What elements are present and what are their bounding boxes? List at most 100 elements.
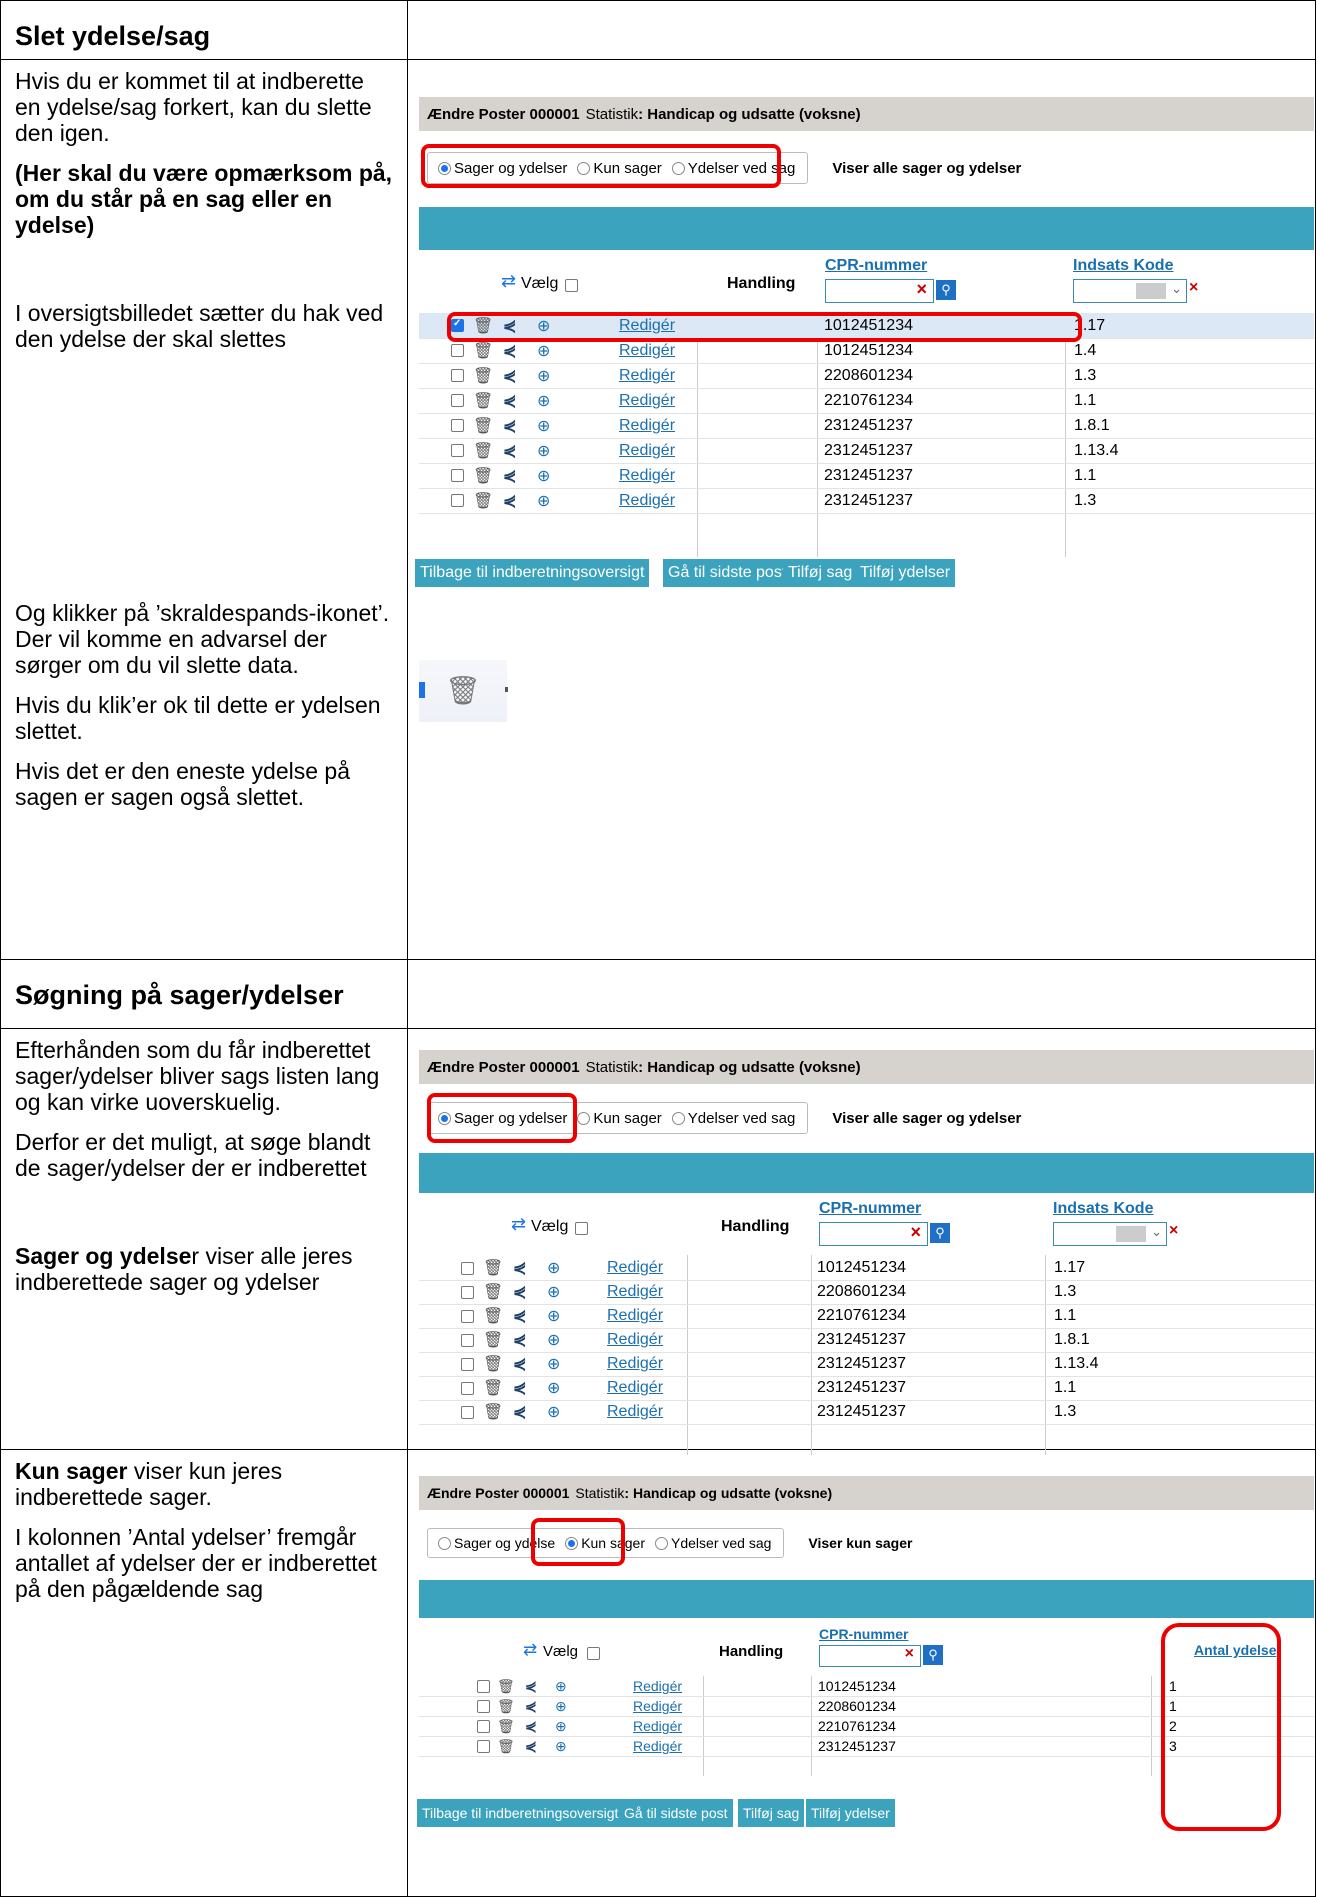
cpr-filter-input[interactable]: ×: [825, 279, 934, 303]
plus-circle-icon[interactable]: ⊕: [555, 1698, 567, 1715]
edit-link[interactable]: Redigér: [619, 442, 675, 460]
share-icon[interactable]: ⋞: [503, 416, 516, 436]
share-icon[interactable]: ⋞: [513, 1354, 526, 1374]
edit-link[interactable]: Redigér: [607, 1307, 663, 1325]
plus-circle-icon[interactable]: ⊕: [547, 1330, 560, 1350]
share-icon[interactable]: ⋞: [503, 366, 516, 386]
plus-circle-icon[interactable]: ⊕: [555, 1718, 567, 1735]
trash-icon[interactable]: 🗑: [483, 1306, 503, 1326]
plus-circle-icon[interactable]: ⊕: [547, 1354, 560, 1374]
share-icon[interactable]: ⋞: [503, 341, 516, 361]
plus-circle-icon[interactable]: ⊕: [547, 1282, 560, 1302]
edit-link[interactable]: Redigér: [619, 342, 675, 360]
indsats-filter-select[interactable]: ⌄: [1053, 1222, 1167, 1246]
plus-circle-icon[interactable]: ⊕: [537, 491, 550, 511]
share-icon[interactable]: ⋞: [513, 1330, 526, 1350]
indsats-sort-link[interactable]: Indsats Kode: [1073, 257, 1173, 275]
trash-icon[interactable]: 🗑: [497, 1678, 515, 1695]
trash-icon[interactable]: 🗑: [483, 1378, 503, 1398]
row-checkbox[interactable]: [461, 1357, 474, 1371]
radio-sager-og-ydelser[interactable]: [438, 1536, 451, 1550]
plus-circle-icon[interactable]: ⊕: [537, 416, 550, 436]
plus-circle-icon[interactable]: ⊕: [537, 441, 550, 461]
clear-x-icon[interactable]: ×: [905, 1645, 914, 1663]
trash-icon[interactable]: 🗑: [473, 441, 493, 461]
plus-circle-icon[interactable]: ⊕: [537, 391, 550, 411]
share-icon[interactable]: ⋞: [503, 491, 516, 511]
edit-link[interactable]: Redigér: [619, 467, 675, 485]
trash-icon[interactable]: 🗑: [473, 366, 493, 386]
edit-link[interactable]: Redigér: [607, 1403, 663, 1421]
indsats-sort-link[interactable]: Indsats Kode: [1053, 1200, 1153, 1218]
add-benefits-button[interactable]: Tilføj ydelser: [806, 1799, 895, 1827]
refresh-icon[interactable]: ⇄: [523, 1640, 537, 1660]
share-icon[interactable]: ⋞: [525, 1698, 537, 1715]
refresh-icon[interactable]: ⇄: [511, 1214, 526, 1235]
row-checkbox[interactable]: [451, 444, 464, 457]
plus-circle-icon[interactable]: ⊕: [537, 466, 550, 486]
row-checkbox[interactable]: [461, 1309, 474, 1323]
edit-link[interactable]: Redigér: [619, 367, 675, 385]
search-icon[interactable]: ⚲: [930, 1223, 950, 1243]
edit-link[interactable]: Redigér: [633, 1718, 682, 1734]
add-benefits-button[interactable]: Tilføj ydelser: [855, 559, 956, 587]
row-checkbox[interactable]: [451, 394, 464, 407]
row-checkbox[interactable]: [477, 1679, 490, 1693]
cpr-filter-input[interactable]: ×: [819, 1222, 928, 1246]
share-icon[interactable]: ⋞: [525, 1738, 537, 1755]
edit-link[interactable]: Redigér: [607, 1259, 663, 1277]
radio-ydelser-ved-sag[interactable]: [671, 1111, 685, 1125]
trash-icon[interactable]: 🗑: [483, 1330, 503, 1350]
row-checkbox[interactable]: [451, 494, 464, 507]
radio-ydelser-ved-sag[interactable]: [655, 1536, 669, 1550]
edit-link[interactable]: Redigér: [619, 417, 675, 435]
share-icon[interactable]: ⋞: [525, 1718, 537, 1735]
trash-icon[interactable]: 🗑: [497, 1718, 515, 1735]
row-checkbox[interactable]: [477, 1719, 490, 1733]
row-checkbox[interactable]: [461, 1261, 474, 1275]
plus-circle-icon[interactable]: ⊕: [555, 1678, 567, 1695]
row-checkbox[interactable]: [461, 1333, 474, 1347]
row-checkbox[interactable]: [461, 1285, 474, 1299]
share-icon[interactable]: ⋞: [503, 466, 516, 486]
plus-circle-icon[interactable]: ⊕: [547, 1402, 560, 1422]
trash-icon[interactable]: 🗑: [473, 391, 493, 411]
edit-link[interactable]: Redigér: [619, 492, 675, 510]
plus-circle-icon[interactable]: ⊕: [537, 341, 550, 361]
trash-icon[interactable]: 🗑: [473, 341, 493, 361]
row-checkbox[interactable]: [451, 469, 464, 482]
share-icon[interactable]: ⋞: [513, 1282, 526, 1302]
edit-link[interactable]: Redigér: [633, 1698, 682, 1714]
trash-icon[interactable]: 🗑: [473, 466, 493, 486]
plus-circle-icon[interactable]: ⊕: [555, 1738, 567, 1755]
select-all-checkbox[interactable]: [587, 1647, 600, 1660]
edit-link[interactable]: Redigér: [607, 1283, 663, 1301]
refresh-icon[interactable]: ⇄: [501, 271, 516, 292]
trash-icon[interactable]: 🗑: [473, 491, 493, 511]
add-case-button[interactable]: Tilføj sag: [738, 1799, 805, 1827]
trash-icon[interactable]: 🗑: [483, 1402, 503, 1422]
row-checkbox[interactable]: [477, 1739, 490, 1753]
row-checkbox[interactable]: [451, 419, 464, 432]
clear-x-icon[interactable]: ×: [910, 1222, 921, 1243]
trash-icon[interactable]: 🗑: [497, 1698, 515, 1715]
plus-circle-icon[interactable]: ⊕: [537, 366, 550, 386]
row-checkbox[interactable]: [477, 1699, 490, 1713]
trash-icon[interactable]: 🗑: [483, 1282, 503, 1302]
select-all-checkbox[interactable]: [565, 279, 578, 292]
trash-icon[interactable]: 🗑: [497, 1738, 515, 1755]
search-icon[interactable]: ⚲: [923, 1645, 943, 1665]
share-icon[interactable]: ⋞: [513, 1258, 526, 1278]
edit-link[interactable]: Redigér: [607, 1355, 663, 1373]
clear-x-icon[interactable]: ×: [916, 279, 927, 300]
trash-icon[interactable]: 🗑: [483, 1258, 503, 1278]
search-icon[interactable]: ⚲: [936, 280, 956, 300]
edit-link[interactable]: Redigér: [607, 1331, 663, 1349]
trash-icon[interactable]: 🗑: [473, 416, 493, 436]
edit-link[interactable]: Redigér: [607, 1379, 663, 1397]
go-to-last-post-button[interactable]: Gå til sidste post: [663, 559, 792, 587]
back-to-overview-button[interactable]: Tilbage til indberetningsoversigt: [415, 559, 650, 587]
trash-icon[interactable]: 🗑: [483, 1354, 503, 1374]
add-case-button[interactable]: Tilføj sag: [783, 559, 858, 587]
share-icon[interactable]: ⋞: [503, 441, 516, 461]
